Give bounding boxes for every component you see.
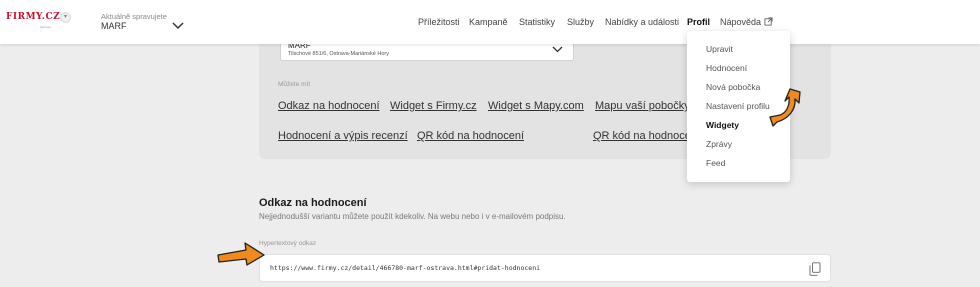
card-subtitle: Můžete mít xyxy=(278,81,311,88)
link-qr-firmy[interactable]: QR kód na hodnoce xyxy=(593,130,691,143)
link-widget-firmy[interactable]: Widget s Firmy.cz xyxy=(390,100,477,113)
arrow-right-icon xyxy=(217,242,265,266)
copy-icon[interactable] xyxy=(809,262,821,276)
external-link-icon xyxy=(764,17,773,26)
link-qr-hodnoceni[interactable]: QR kód na hodnocení xyxy=(417,130,524,143)
curved-arrow-icon xyxy=(769,88,801,127)
nav-prilezitosti[interactable]: Příležitosti xyxy=(418,15,460,29)
manage-value: MARF xyxy=(101,21,127,31)
account-switcher[interactable]: Aktuálně spravujete MARF xyxy=(101,12,167,32)
logo-dropdown-icon[interactable]: ▾ xyxy=(60,12,71,23)
logo-text: FIRMY.CZ xyxy=(6,12,61,22)
dropdown-zpravy[interactable]: Zprávy xyxy=(706,139,732,149)
dropdown-upravit[interactable]: Upravit xyxy=(706,44,733,54)
nav-napoveda-label: Nápověda xyxy=(720,17,762,27)
chevron-down-icon[interactable] xyxy=(172,22,184,30)
hyperlink-value[interactable]: https://www.firmy.cz/detail/466780-marf-… xyxy=(270,264,540,272)
nav-kampane[interactable]: Kampaně xyxy=(469,15,508,29)
dropdown-feed[interactable]: Feed xyxy=(706,158,725,168)
section-title: Odkaz na hodnocení xyxy=(259,197,367,209)
manage-label: Aktuálně spravujete xyxy=(101,12,167,21)
link-mapa-pobocky[interactable]: Mapu vaší pobočky xyxy=(595,100,690,113)
section-description: Nejjednodušší variantu můžete použít kde… xyxy=(259,212,566,221)
logo-sub: Seznam xyxy=(40,25,52,29)
top-bar: FIRMY.CZ Seznam ▾ Aktuálně spravujete MA… xyxy=(0,0,980,44)
link-odkaz-na-hodnoceni[interactable]: Odkaz na hodnocení xyxy=(278,100,380,113)
nav-napoveda[interactable]: Nápověda xyxy=(720,15,773,29)
chevron-down-icon xyxy=(552,46,563,53)
branch-address: Tilschové 851/6, Ostrava-Mariánské Hory xyxy=(288,51,389,57)
nav-statistiky[interactable]: Statistiky xyxy=(519,15,555,29)
hyperlink-field[interactable]: https://www.firmy.cz/detail/466780-marf-… xyxy=(259,254,831,282)
firmy-logo[interactable]: FIRMY.CZ Seznam xyxy=(6,12,61,30)
link-widget-mapy[interactable]: Widget s Mapy.com xyxy=(488,100,584,113)
field-label: Hypertextový odkaz xyxy=(259,240,317,247)
nav-sluzby[interactable]: Služby xyxy=(567,15,594,29)
dropdown-nastaveni-profilu[interactable]: Nastavení profilu xyxy=(706,101,770,111)
link-hodnoceni-recenze[interactable]: Hodnocení a výpis recenzí xyxy=(278,130,408,143)
nav-nabidky[interactable]: Nabídky a události xyxy=(605,15,679,29)
nav-profil[interactable]: Profil xyxy=(687,15,710,29)
dropdown-nova-pobocka[interactable]: Nová pobočka xyxy=(706,82,760,92)
dropdown-hodnoceni[interactable]: Hodnocení xyxy=(706,63,747,73)
dropdown-widgety[interactable]: Widgety xyxy=(706,120,739,130)
